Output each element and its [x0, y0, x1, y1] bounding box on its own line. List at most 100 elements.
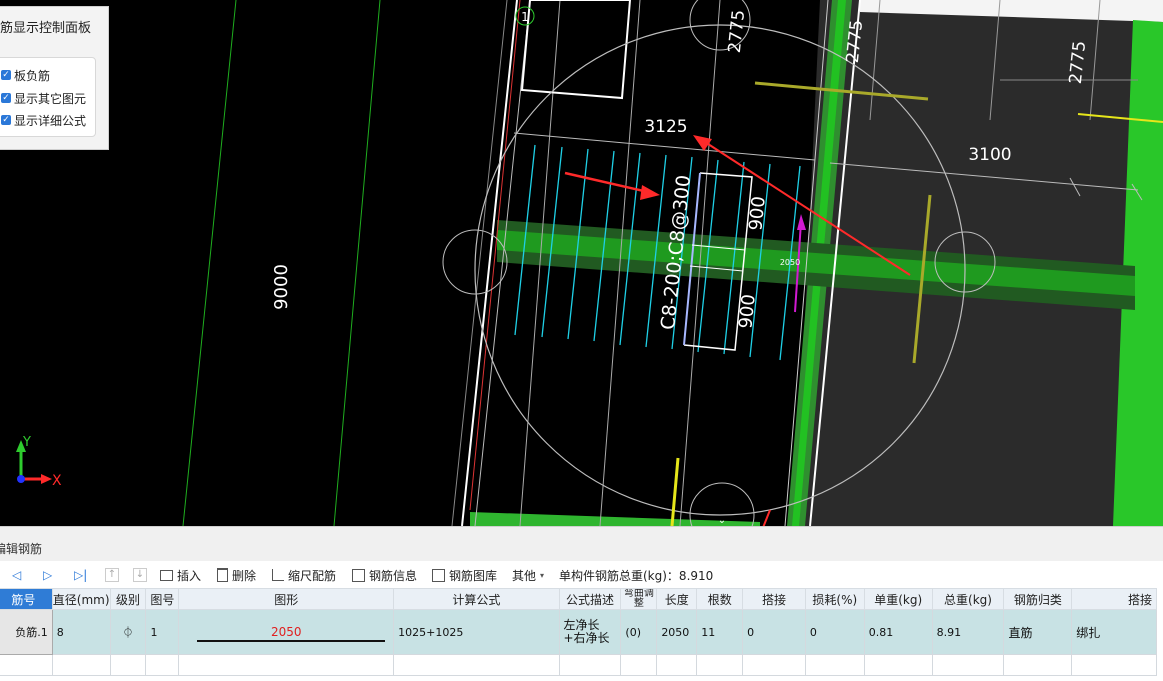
empty-cell[interactable]	[1003, 654, 1073, 676]
checkbox-checked-icon[interactable]: ✓	[1, 115, 11, 125]
cell-category[interactable]: 直筋	[1003, 609, 1073, 655]
insert-label: 插入	[177, 568, 202, 583]
col-header[interactable]: 损耗(%)	[804, 588, 865, 610]
cell-bend[interactable]: (0)	[620, 609, 658, 655]
col-header[interactable]: 搭接	[742, 588, 806, 610]
col-header[interactable]: 直径(mm)	[51, 588, 111, 610]
col-header[interactable]: 单重(kg)	[863, 588, 933, 610]
empty-cell[interactable]	[109, 654, 147, 676]
yellow-line	[670, 457, 680, 526]
option-label: 板负筋	[14, 68, 51, 83]
col-header[interactable]: 根数	[696, 588, 744, 610]
col-header[interactable]: 钢筋归类	[1003, 588, 1073, 610]
checkbox-checked-icon[interactable]: ✓	[1, 93, 11, 103]
shape-line	[197, 640, 386, 642]
scale-rebar-button[interactable]: 缩尺配筋	[272, 566, 336, 584]
empty-cell[interactable]	[145, 654, 180, 676]
cell-loss[interactable]: 0	[804, 609, 865, 655]
cell-count[interactable]: 11	[696, 609, 744, 655]
magenta-arrowhead	[797, 214, 806, 230]
col-header[interactable]: 弯曲调整	[620, 588, 658, 610]
delete-button[interactable]: 删除	[217, 566, 256, 584]
insert-button[interactable]: 插入	[160, 566, 201, 584]
cell-total-weight[interactable]: 8.91	[931, 609, 1005, 655]
empty-cell[interactable]	[863, 654, 933, 676]
empty-cell[interactable]	[0, 654, 53, 676]
panel-title: 筋显示控制面板	[0, 21, 92, 36]
annotation-arrowhead	[640, 185, 660, 200]
library-icon	[432, 568, 445, 582]
nav-next-button[interactable]: ▷	[43, 566, 52, 584]
dim-900-a: 900	[745, 195, 769, 231]
empty-cell[interactable]	[804, 654, 865, 676]
table-row-empty[interactable]	[0, 654, 1157, 676]
col-header[interactable]: 级别	[109, 588, 147, 610]
editor-toolbar: ◁ ▷ ▷| ↑ ↓ 插入 删除 缩尺配筋 钢筋信息 钢筋图库 其他 ▾ 单构件钢…	[0, 562, 1163, 588]
cell-figure-no[interactable]: 1	[145, 609, 180, 655]
rebar-table: 筋号 直径(mm) 级别 图号 图形 计算公式 公式描述 弯曲调整 长度 根数 …	[0, 588, 1163, 681]
cad-drawing: 9000 2775 2775 2775 3125 3100 900 900 20…	[16, 0, 1163, 526]
checkbox-checked-icon[interactable]: ✓	[1, 70, 11, 80]
dim-2775-a: 2775	[725, 9, 749, 54]
move-down-button[interactable]: ↓	[133, 566, 147, 584]
rebar-library-button[interactable]: 钢筋图库	[432, 566, 497, 584]
cad-drawing-canvas[interactable]: 9000 2775 2775 2775 3125 3100 900 900 20…	[0, 0, 1163, 526]
nav-prev-button[interactable]: ◁	[12, 566, 21, 584]
cell-grade[interactable]: ⏀	[109, 609, 147, 655]
triangle-left-icon: ◁	[12, 568, 22, 582]
empty-cell[interactable]	[51, 654, 111, 676]
option-slab-negative[interactable]: ✓ 板负筋	[1, 66, 50, 84]
cell-unit-weight[interactable]: 0.81	[863, 609, 933, 655]
delete-label: 删除	[232, 568, 257, 583]
table-row[interactable]: 负筋.1 8 ⏀ 1 2050 1025+1025 左净长+右净长 (0) 20…	[0, 609, 1157, 655]
empty-cell[interactable]	[742, 654, 806, 676]
empty-cell[interactable]	[1071, 654, 1157, 676]
col-header[interactable]: 筋号	[0, 588, 53, 610]
info-icon	[352, 568, 365, 582]
nav-last-button[interactable]: ▷|	[74, 566, 87, 584]
dim-9000: 9000	[271, 264, 292, 310]
option-show-other-elements[interactable]: ✓ 显示其它图元	[1, 89, 86, 107]
arrow-down-icon: ↓	[133, 568, 147, 582]
empty-cell[interactable]	[393, 654, 560, 676]
col-header[interactable]: 图号	[145, 588, 180, 610]
y-axis-label: Y	[22, 435, 31, 450]
cell-lap-type[interactable]: 绑扎	[1071, 609, 1157, 655]
cell-formula[interactable]: 1025+1025	[393, 609, 560, 655]
cell-name[interactable]: 负筋.1	[0, 609, 53, 655]
other-dropdown[interactable]: 其他 ▾	[512, 566, 544, 584]
collapse-chevron-icon[interactable]: ⌄	[718, 515, 726, 526]
empty-cell[interactable]	[178, 654, 395, 676]
wall-line	[451, 0, 508, 526]
cell-diameter[interactable]: 8	[51, 609, 111, 655]
col-header[interactable]: 长度	[656, 588, 698, 610]
scale-label: 缩尺配筋	[288, 568, 337, 583]
rebar-editor: 编辑钢筋 ◁ ▷ ▷| ↑ ↓ 插入 删除 缩尺配筋 钢筋信息 钢筋图库 其他 ▾…	[0, 526, 1163, 681]
empty-cell[interactable]	[696, 654, 744, 676]
col-header[interactable]: 总重(kg)	[931, 588, 1005, 610]
info-label: 钢筋信息	[369, 568, 418, 583]
col-header[interactable]: 搭接	[1071, 588, 1157, 610]
display-control-panel: 筋显示控制面板 ✓ 板负筋 ✓ 显示其它图元 ✓ 显示详细公式	[0, 6, 109, 150]
option-show-detailed-formula[interactable]: ✓ 显示详细公式	[1, 111, 86, 129]
empty-cell[interactable]	[620, 654, 658, 676]
col-header[interactable]: 计算公式	[393, 588, 560, 610]
empty-cell[interactable]	[558, 654, 622, 676]
empty-cell[interactable]	[656, 654, 698, 676]
library-label: 钢筋图库	[449, 568, 498, 583]
other-label: 其他	[512, 568, 537, 583]
wall-line	[461, 0, 518, 526]
cell-lap[interactable]: 0	[742, 609, 806, 655]
col-header[interactable]: 图形	[178, 588, 395, 610]
cell-shape[interactable]: 2050	[178, 609, 395, 655]
editor-title: 编辑钢筋	[0, 542, 43, 556]
option-label: 显示其它图元	[14, 91, 87, 106]
annotation-arrow	[564, 171, 649, 194]
rebar-info-button[interactable]: 钢筋信息	[352, 566, 417, 584]
col-header[interactable]: 公式描述	[558, 588, 622, 610]
cell-length[interactable]: 2050	[656, 609, 698, 655]
empty-cell[interactable]	[931, 654, 1005, 676]
cell-description[interactable]: 左净长+右净长	[558, 609, 622, 655]
table-header: 筋号 直径(mm) 级别 图号 图形 计算公式 公式描述 弯曲调整 长度 根数 …	[0, 588, 1157, 610]
move-up-button[interactable]: ↑	[105, 566, 119, 584]
